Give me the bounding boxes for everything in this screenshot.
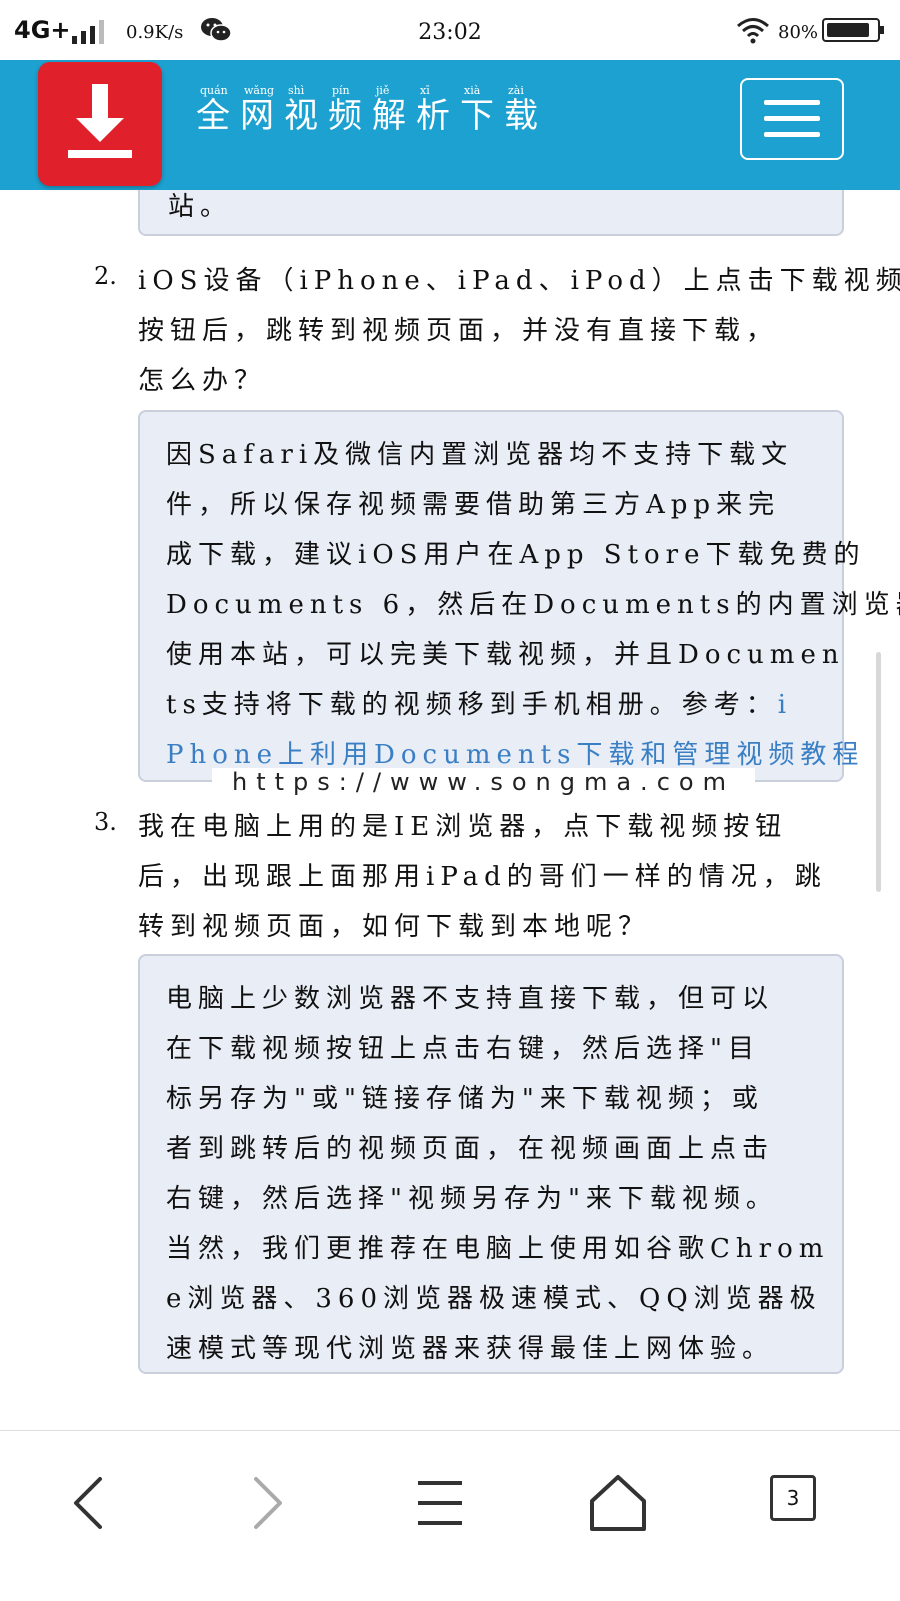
answer-line: 成下载，建议iOS用户在App Store下载免费的	[166, 540, 866, 570]
site-title[interactable]: 全网视频解析下载 quán wǎng shì pín jiě xī xià zài	[196, 84, 548, 137]
answer-box: 电脑上少数浏览器不支持直接下载，但可以 在下载视频按钮上点击右键，然后选择"目 …	[138, 954, 844, 1374]
answer-line: 因Safari及微信内置浏览器均不支持下载文	[166, 440, 794, 470]
wifi-icon	[737, 18, 769, 44]
menu-icon[interactable]	[400, 1463, 480, 1543]
answer-text: ts支持将下载的视频移到手机相册。参考：	[166, 690, 778, 720]
pinyin-annotation: xī	[420, 84, 430, 97]
answer-line: 使用本站，可以完美下载视频，并且Documen	[166, 640, 845, 670]
pinyin-annotation: jiě	[376, 84, 390, 97]
battery-percent: 80%	[778, 22, 819, 43]
answer-box: 因Safari及微信内置浏览器均不支持下载文 件，所以保存视频需要借助第三方Ap…	[138, 410, 900, 782]
question-line: iOS设备（iPhone、iPad、iPod）上点击下载视频	[138, 266, 900, 296]
answer-line: 站。	[168, 192, 233, 222]
hamburger-icon[interactable]	[740, 78, 844, 160]
answer-box: 站。	[138, 190, 844, 236]
answer-line: 者到跳转后的视频页面，在视频画面上点击	[166, 1134, 775, 1164]
answer-line: Documents 6，然后在Documents的内置浏览器中	[166, 590, 900, 620]
watermark: https://www.songma.com	[212, 768, 755, 796]
pinyin-annotation: wǎng	[244, 84, 275, 97]
home-icon[interactable]	[578, 1463, 658, 1543]
question-line: 我在电脑上用的是IE浏览器，点下载视频按钮	[138, 812, 788, 842]
answer-line: 当然，我们更推荐在电脑上使用如谷歌Chrom	[166, 1234, 830, 1264]
answer-line: 在下载视频按钮上点击右键，然后选择"目	[166, 1034, 760, 1064]
question-line: 转到视频页面，如何下载到本地呢？	[138, 912, 651, 942]
browser-bottom-nav: 3	[0, 1430, 900, 1601]
tutorial-link-start[interactable]: i	[778, 690, 792, 720]
pinyin-annotation: xià	[464, 84, 481, 97]
pinyin-annotation: zài	[508, 84, 524, 97]
tab-count-button[interactable]: 3	[770, 1475, 816, 1521]
tutorial-link[interactable]: Phone上利用Documents下载和管理视频教程	[166, 734, 864, 771]
faq-content: 站。 2. iOS设备（iPhone、iPad、iPod）上点击下载视频 按钮后…	[0, 190, 900, 1430]
download-icon[interactable]	[38, 62, 162, 186]
status-bar: 4G+ 0.9K/s 23:02 80%	[0, 0, 900, 60]
forward-arrow-icon[interactable]	[226, 1463, 306, 1543]
answer-line: ts支持将下载的视频移到手机相册。参考：i	[166, 684, 792, 721]
question-number: 3.	[94, 808, 117, 836]
question-line: 后，出现跟上面那用iPad的哥们一样的情况，跳	[138, 862, 827, 892]
answer-line: 电脑上少数浏览器不支持直接下载，但可以	[166, 984, 775, 1014]
question-number: 2.	[94, 262, 117, 290]
answer-line: 右键，然后选择"视频另存为"来下载视频。	[166, 1184, 778, 1214]
answer-line: 件，所以保存视频需要借助第三方App来完	[166, 490, 781, 520]
pinyin-annotation: quán	[200, 84, 228, 97]
question-line: 按钮后，跳转到视频页面，并没有直接下载，	[138, 316, 779, 346]
pinyin-annotation: shì	[288, 84, 305, 97]
site-header: 全网视频解析下载 quán wǎng shì pín jiě xī xià zài	[0, 60, 900, 190]
question-line: 怎么办？	[138, 366, 267, 396]
answer-line: e浏览器、360浏览器极速模式、QQ浏览器极	[166, 1284, 822, 1314]
site-title-text: 全网视频解析下载	[196, 96, 548, 136]
battery-icon	[822, 18, 884, 42]
answer-line: 速模式等现代浏览器来获得最佳上网体验。	[166, 1334, 775, 1364]
scrollbar[interactable]	[876, 652, 881, 892]
pinyin-annotation: pín	[332, 84, 350, 97]
answer-line: 标另存为"或"链接存储为"来下载视频；或	[166, 1084, 764, 1114]
back-arrow-icon[interactable]	[50, 1463, 130, 1543]
